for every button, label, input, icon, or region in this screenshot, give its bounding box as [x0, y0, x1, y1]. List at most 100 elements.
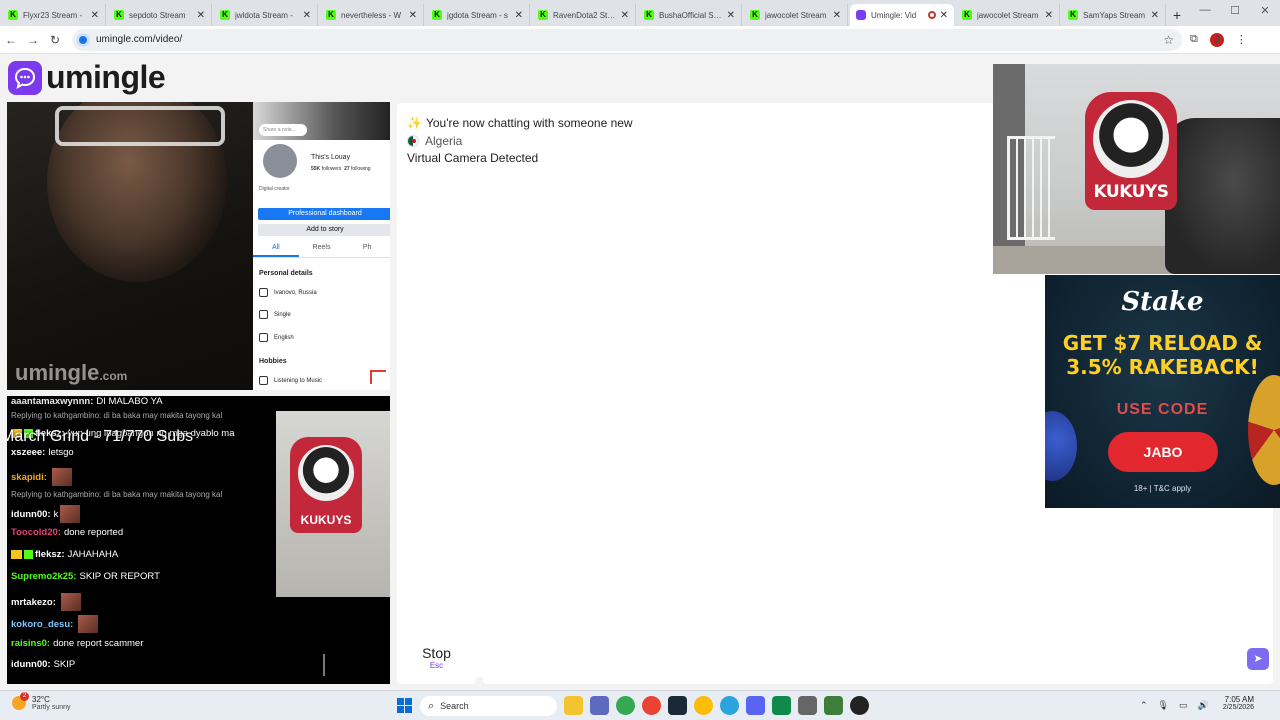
- ad-code-button[interactable]: JABO: [1108, 432, 1218, 472]
- new-tab-icon[interactable]: +: [1166, 4, 1188, 26]
- browser-tab-active[interactable]: Umingle: Vid ✕: [850, 4, 954, 26]
- notepad-icon[interactable]: [824, 696, 843, 715]
- steam-icon[interactable]: [668, 696, 687, 715]
- close-tab-icon[interactable]: ✕: [833, 10, 841, 21]
- windows-taskbar: 32°C Partly sunny ⌕Search ⌃ 🎙 ▭ 🔊 7:05 A…: [0, 690, 1280, 720]
- kick-icon: K: [326, 10, 336, 20]
- close-tab-icon[interactable]: ✕: [515, 10, 523, 21]
- chat-text: done reported: [63, 527, 124, 538]
- minimize-icon[interactable]: —: [1190, 4, 1220, 17]
- tab-title: BushaOfficial Stre: [659, 10, 723, 20]
- close-tab-icon[interactable]: ✕: [940, 10, 948, 21]
- file-explorer-icon[interactable]: [564, 696, 583, 715]
- close-tab-icon[interactable]: ✕: [91, 10, 99, 21]
- browser-tab[interactable]: Kjawocolet Stream ✕: [744, 4, 848, 26]
- profile-name: This's Louay: [311, 154, 351, 161]
- chrome-profile-icon[interactable]: [694, 696, 713, 715]
- profile-tab: Reels: [312, 244, 331, 251]
- sub-badge-icon: [24, 550, 33, 559]
- close-tab-icon[interactable]: ✕: [621, 10, 629, 21]
- copilot-icon[interactable]: [590, 696, 609, 715]
- link-icon: [259, 310, 268, 319]
- app-circle-icon[interactable]: [850, 696, 869, 715]
- clock[interactable]: 7:05 AM 2/25/2026: [1218, 695, 1254, 711]
- stream-chat-line: raisins0: done report scammer: [11, 638, 143, 649]
- close-tab-icon[interactable]: ✕: [1045, 10, 1053, 21]
- chat-username: idunn00:: [11, 659, 51, 670]
- close-tab-icon[interactable]: ✕: [303, 10, 311, 21]
- maximize-icon[interactable]: ☐: [1220, 4, 1250, 17]
- browser-tab[interactable]: Ksepdoto Stream ✕: [108, 4, 212, 26]
- chevron-up-icon[interactable]: ⌃: [1140, 700, 1148, 711]
- message-input[interactable]: ➤: [483, 633, 1273, 684]
- chrome-icon[interactable]: [616, 696, 635, 715]
- chrome-alt-icon[interactable]: [642, 696, 661, 715]
- chat-text: k: [53, 508, 59, 520]
- note-bubble: Share a note...: [259, 124, 307, 136]
- close-tab-icon[interactable]: ✕: [1151, 10, 1159, 21]
- stranger-video: KUKUYS: [993, 64, 1280, 274]
- microphone-icon[interactable]: 🎙: [1158, 700, 1169, 711]
- tab-title: nevertheless - W: [341, 10, 402, 20]
- browser-tab[interactable]: K RavenDota2 Strea ✕: [532, 4, 636, 26]
- umingle-watermark: umingle.com: [15, 360, 128, 385]
- volume-icon[interactable]: 🔊: [1198, 700, 1209, 711]
- close-window-icon[interactable]: ✕: [1250, 4, 1280, 17]
- close-tab-icon[interactable]: ✕: [727, 10, 735, 21]
- extensions-icon[interactable]: ⧉: [1190, 33, 1198, 46]
- browser-tab[interactable]: Knevertheless - W ✕: [320, 4, 424, 26]
- close-tab-icon[interactable]: ✕: [409, 10, 417, 21]
- chat-username: mrtakezo:: [11, 596, 56, 608]
- profile-avatar[interactable]: J: [1209, 32, 1224, 47]
- umingle-logo[interactable]: umingle: [8, 59, 166, 96]
- kick-icon: K: [114, 10, 124, 20]
- tab-title: Flyxr23 Stream -: [23, 10, 83, 20]
- reply-context: Replying to kathgambino: di ba baka may …: [11, 490, 223, 499]
- taskbar-search[interactable]: ⌕ Search: [420, 696, 557, 716]
- bookmark-star-icon[interactable]: ☆: [1163, 33, 1174, 47]
- stake-ad[interactable]: Stake GET $7 RELOAD & 3.5% RAKEBACK! USE…: [1045, 275, 1280, 508]
- weather-widget[interactable]: 32°C Partly sunny: [12, 692, 71, 711]
- instagram-profile-overlay: Share a note... This's Louay 55K followe…: [253, 102, 390, 390]
- tab-title: jawocolet Stream: [977, 10, 1039, 20]
- discord-icon[interactable]: [746, 696, 765, 715]
- windows-start-icon[interactable]: [397, 698, 412, 713]
- app-icon[interactable]: [798, 696, 817, 715]
- emote-icon: [78, 615, 99, 633]
- ad-brand: Stake: [1121, 287, 1204, 317]
- kick-icon: K: [962, 10, 972, 20]
- chat-username: Supremo2k25:: [11, 571, 77, 582]
- stop-label: Stop: [422, 645, 451, 661]
- browser-tab[interactable]: Kjgdota Stream - s ✕: [426, 4, 530, 26]
- browser-tab[interactable]: K BushaOfficial Stre ✕: [638, 4, 742, 26]
- menu-kebab-icon[interactable]: ⋮: [1236, 33, 1247, 46]
- reload-icon[interactable]: ↻: [44, 33, 66, 47]
- stream-overlay-video: KUKUYS aaantamaxwynnn: DI MALABO YA Replyi…: [7, 396, 390, 684]
- pinned-apps: [564, 696, 869, 715]
- obs-icon[interactable]: [772, 696, 791, 715]
- stream-chat-line: fleksz: JAHAHAHA: [11, 549, 118, 560]
- profile-tab: All: [253, 244, 299, 257]
- stop-button[interactable]: Stop Esc: [397, 633, 476, 684]
- professional-dashboard-button: Professional dashboard: [258, 208, 390, 220]
- send-icon[interactable]: ➤: [1247, 648, 1269, 670]
- chat-bubble-icon: [8, 60, 42, 95]
- grid-icon: [259, 376, 268, 385]
- network-icon[interactable]: ▭: [1179, 700, 1188, 711]
- browser-tab[interactable]: Kjawocolet Stream ✕: [956, 4, 1060, 26]
- browser-tab[interactable]: Kjwldota Stream - ✕: [214, 4, 318, 26]
- forward-icon[interactable]: →: [22, 33, 44, 47]
- ad-fine-print: 18+ | T&C apply: [1133, 484, 1192, 493]
- browser-tab[interactable]: K Flyxr23 Stream - ✕: [2, 4, 106, 26]
- report-flag-icon[interactable]: [370, 370, 386, 384]
- profile-tabs: All Reels Ph: [253, 244, 390, 258]
- globe-icon: [259, 333, 268, 342]
- back-icon[interactable]: ←: [0, 33, 22, 47]
- telegram-icon[interactable]: [720, 696, 739, 715]
- browser-tab[interactable]: K SamYaps Stream ✕: [1062, 4, 1166, 26]
- site-info-icon[interactable]: [76, 32, 90, 47]
- close-tab-icon[interactable]: ✕: [197, 10, 205, 21]
- chat-username: kokoro_desu:: [11, 618, 74, 630]
- system-tray: ⌃ 🎙 ▭ 🔊: [1140, 700, 1209, 711]
- url-input[interactable]: umingle.com/video/ ☆: [72, 28, 1182, 51]
